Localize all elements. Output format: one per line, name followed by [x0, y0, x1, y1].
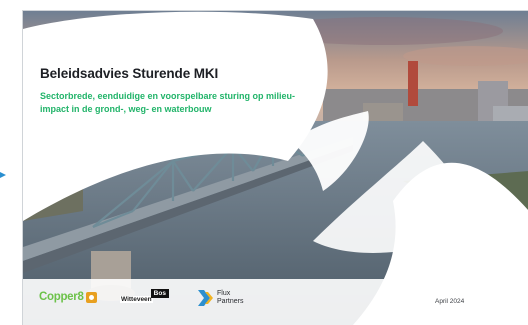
slide: Beleidsadvies Sturende MKI Sectorbrede, … [22, 10, 528, 325]
slide-title: Beleidsadvies Sturende MKI [40, 66, 219, 81]
pointer-arrow-icon [0, 172, 6, 178]
copper8-mark-icon [85, 291, 97, 303]
slide-subtitle: Sectorbrede, eenduidige en voorspelbare … [40, 91, 296, 114]
flux-chevron-icon [198, 290, 213, 306]
witteveen-bos-logo: Witteveen Bos [120, 289, 169, 303]
copper8-logo-text: Copper8 [39, 291, 84, 303]
cover-photo [23, 11, 528, 325]
copper8-logo: Copper8 [39, 291, 97, 303]
flux-partners-logo: Flux Partners [198, 290, 243, 306]
witteveen-logo-text: Witteveen [120, 296, 153, 303]
slide-date: April 2024 [435, 298, 465, 305]
flux-logo-line2: Partners [217, 298, 244, 305]
flux-logo-line1: Flux [217, 290, 231, 297]
bos-logo-text: Bos [150, 289, 169, 298]
